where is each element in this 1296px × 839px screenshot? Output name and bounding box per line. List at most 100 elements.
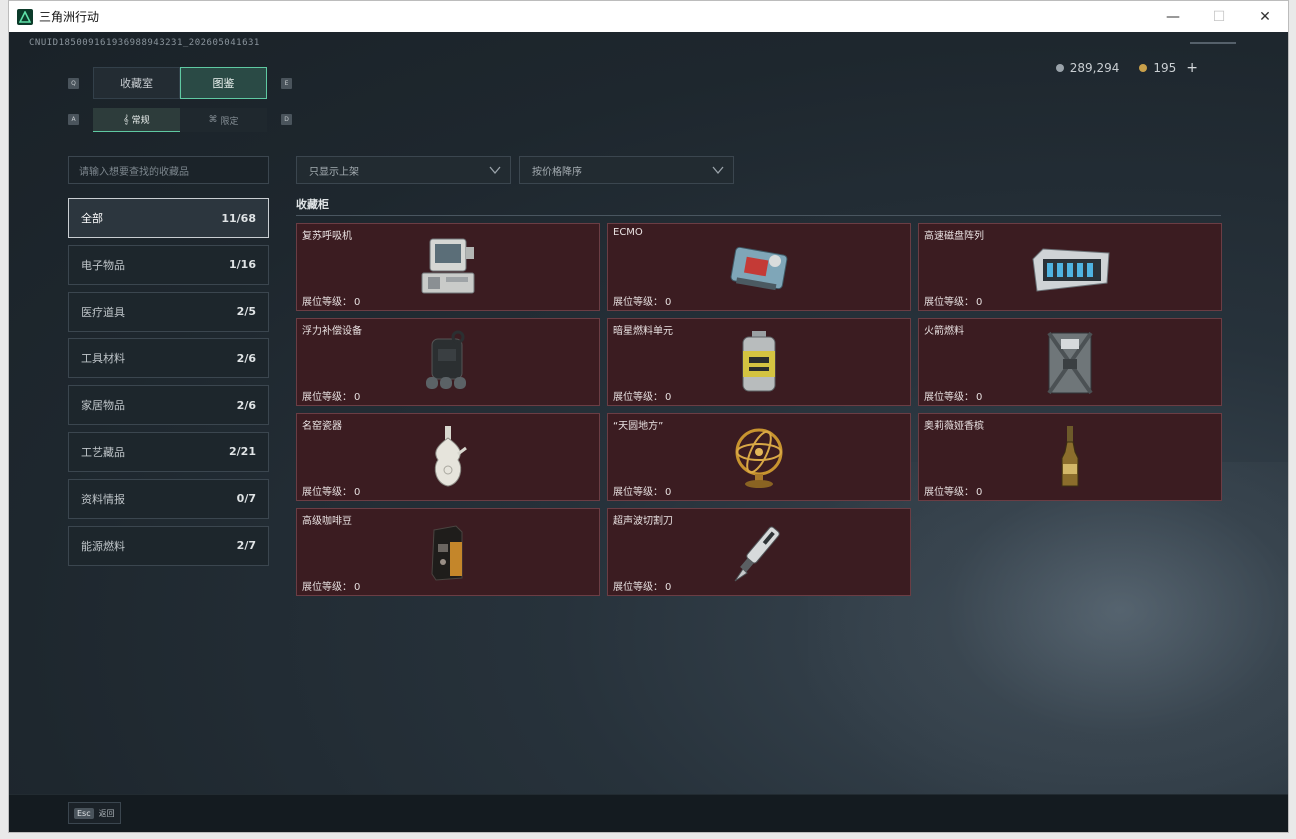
item-name: “天圆地方” — [613, 421, 664, 432]
booth-level-value: 0 — [665, 487, 672, 498]
category-label: 能源燃料 — [81, 539, 125, 553]
porcelain-vase-icon — [413, 424, 483, 490]
category-item-energy[interactable]: 能源燃料 2/7 — [68, 525, 269, 566]
collection-card[interactable]: 高速磁盘阵列 展位等级： 0 — [918, 223, 1222, 311]
item-name: 高速磁盘阵列 — [924, 231, 984, 242]
booth-level-value: 0 — [976, 487, 983, 498]
category-item-household[interactable]: 家居物品 2/6 — [68, 385, 269, 426]
category-count: 2/5 — [236, 305, 256, 319]
booth-level-label: 展位等级： — [302, 582, 352, 593]
armillary-sphere-icon — [724, 424, 794, 490]
booth-level: 展位等级： 0 — [611, 483, 671, 498]
currency-display: 289,294 195 + — [1055, 60, 1198, 76]
champagne-bottle-icon — [1035, 424, 1105, 490]
collection-card[interactable]: 超声波切割刀 展位等级： 0 — [607, 508, 911, 596]
key-hint-a: A — [68, 114, 79, 125]
category-item-tools[interactable]: 工具材料 2/6 — [68, 338, 269, 379]
key-hint-d: D — [281, 114, 292, 125]
sub-tabs: 𝄞 常规 ⌘ 限定 — [93, 108, 267, 132]
category-label: 电子物品 — [81, 258, 125, 272]
top-divider — [1190, 42, 1236, 44]
booth-level-label: 展位等级： — [302, 297, 352, 308]
user-uid: CNUID185009161936988943231_202605041631 — [29, 38, 260, 48]
booth-level-label: 展位等级： — [613, 487, 663, 498]
collection-card[interactable]: 高级咖啡豆 展位等级： 0 — [296, 508, 600, 596]
section-divider — [296, 215, 1221, 216]
silver-coin-icon — [1055, 64, 1064, 72]
collection-card[interactable]: 名窑瓷器 展位等级： 0 — [296, 413, 600, 501]
main-tabs: 收藏室 图鉴 — [93, 67, 267, 99]
category-item-medical[interactable]: 医疗道具 2/5 — [68, 291, 269, 332]
collection-card[interactable]: ECMO 展位等级： 0 — [607, 223, 911, 311]
item-name: 名窑瓷器 — [302, 421, 342, 432]
collection-card[interactable]: 复苏呼吸机 展位等级： 0 — [296, 223, 600, 311]
category-item-all[interactable]: 全部 11/68 — [68, 198, 269, 238]
maximize-button[interactable]: ☐ — [1196, 1, 1242, 32]
category-label: 资料情报 — [81, 492, 125, 506]
chevron-down-icon — [712, 166, 724, 175]
item-name: 火箭燃料 — [924, 326, 964, 337]
chevron-down-icon — [489, 166, 501, 175]
back-button[interactable]: Esc 返回 — [68, 802, 121, 824]
item-name: 浮力补偿设备 — [302, 326, 362, 337]
regular-icon: 𝄞 — [123, 114, 129, 125]
collection-card[interactable]: 火箭燃料 展位等级： 0 — [918, 318, 1222, 406]
category-item-electronics[interactable]: 电子物品 1/16 — [68, 244, 269, 285]
category-count: 2/6 — [236, 398, 256, 412]
disk-array-icon — [1025, 234, 1115, 300]
gold-coin-icon — [1139, 64, 1148, 72]
minimize-button[interactable]: — — [1150, 1, 1196, 32]
collection-card[interactable]: 暗星燃料单元 展位等级： 0 — [607, 318, 911, 406]
tab-limited[interactable]: ⌘ 限定 — [180, 108, 267, 132]
category-label: 家居物品 — [81, 399, 125, 413]
category-label: 工具材料 — [81, 352, 125, 366]
search-input[interactable]: 请输入想要查找的收藏品 — [68, 156, 269, 184]
category-item-crafts[interactable]: 工艺藏品 2/21 — [68, 431, 269, 472]
item-name: 复苏呼吸机 — [302, 231, 352, 242]
category-label: 医疗道具 — [81, 305, 125, 319]
tab-collection-room[interactable]: 收藏室 — [93, 67, 180, 99]
ultrasonic-cutter-icon — [724, 519, 794, 585]
booth-level-value: 0 — [665, 297, 672, 308]
booth-level-label: 展位等级： — [302, 487, 352, 498]
add-currency-button[interactable]: + — [1186, 60, 1198, 76]
category-label: 工艺藏品 — [81, 445, 125, 459]
window-title: 三角洲行动 — [39, 10, 100, 24]
bottom-bar: Esc 返回 — [9, 794, 1288, 832]
tab-regular-label: 常规 — [131, 116, 150, 126]
buoyancy-device-icon — [413, 329, 483, 395]
tab-catalog[interactable]: 图鉴 — [180, 67, 267, 99]
tab-regular[interactable]: 𝄞 常规 — [93, 108, 180, 132]
category-item-intel[interactable]: 资料情报 0/7 — [68, 478, 269, 519]
coffee-bag-icon — [413, 519, 483, 585]
booth-level-label: 展位等级： — [613, 297, 663, 308]
booth-level-value: 0 — [976, 392, 983, 403]
sort-dropdown[interactable]: 按价格降序 — [519, 156, 734, 184]
shelf-filter-value: 只显示上架 — [309, 166, 359, 178]
gold-amount: 195 — [1153, 61, 1177, 75]
collection-card[interactable]: “天圆地方” 展位等级： 0 — [607, 413, 911, 501]
title-bar: 三角洲行动 — ☐ ✕ — [9, 1, 1288, 32]
collection-card[interactable]: 奥莉薇娅香槟 展位等级： 0 — [918, 413, 1222, 501]
booth-level-label: 展位等级： — [302, 392, 352, 403]
key-hint-e: E — [281, 78, 292, 89]
category-count: 2/21 — [229, 445, 256, 459]
category-count: 2/7 — [236, 539, 256, 553]
booth-level: 展位等级： 0 — [922, 293, 982, 308]
booth-level: 展位等级： 0 — [922, 388, 982, 403]
booth-level: 展位等级： 0 — [300, 293, 360, 308]
back-label: 返回 — [98, 808, 115, 818]
booth-level-value: 0 — [665, 392, 672, 403]
close-button[interactable]: ✕ — [1242, 1, 1288, 32]
sort-value: 按价格降序 — [532, 166, 582, 178]
booth-level: 展位等级： 0 — [611, 388, 671, 403]
booth-level-label: 展位等级： — [613, 582, 663, 593]
item-name: 高级咖啡豆 — [302, 516, 352, 527]
game-window: 三角洲行动 — ☐ ✕ CNUID185009161936988943231_2… — [8, 0, 1289, 833]
item-name: 暗星燃料单元 — [613, 326, 673, 337]
collection-card[interactable]: 浮力补偿设备 展位等级： 0 — [296, 318, 600, 406]
category-count: 11/68 — [221, 211, 256, 225]
booth-level-label: 展位等级： — [924, 297, 974, 308]
booth-level-value: 0 — [665, 582, 672, 593]
shelf-filter-dropdown[interactable]: 只显示上架 — [296, 156, 511, 184]
